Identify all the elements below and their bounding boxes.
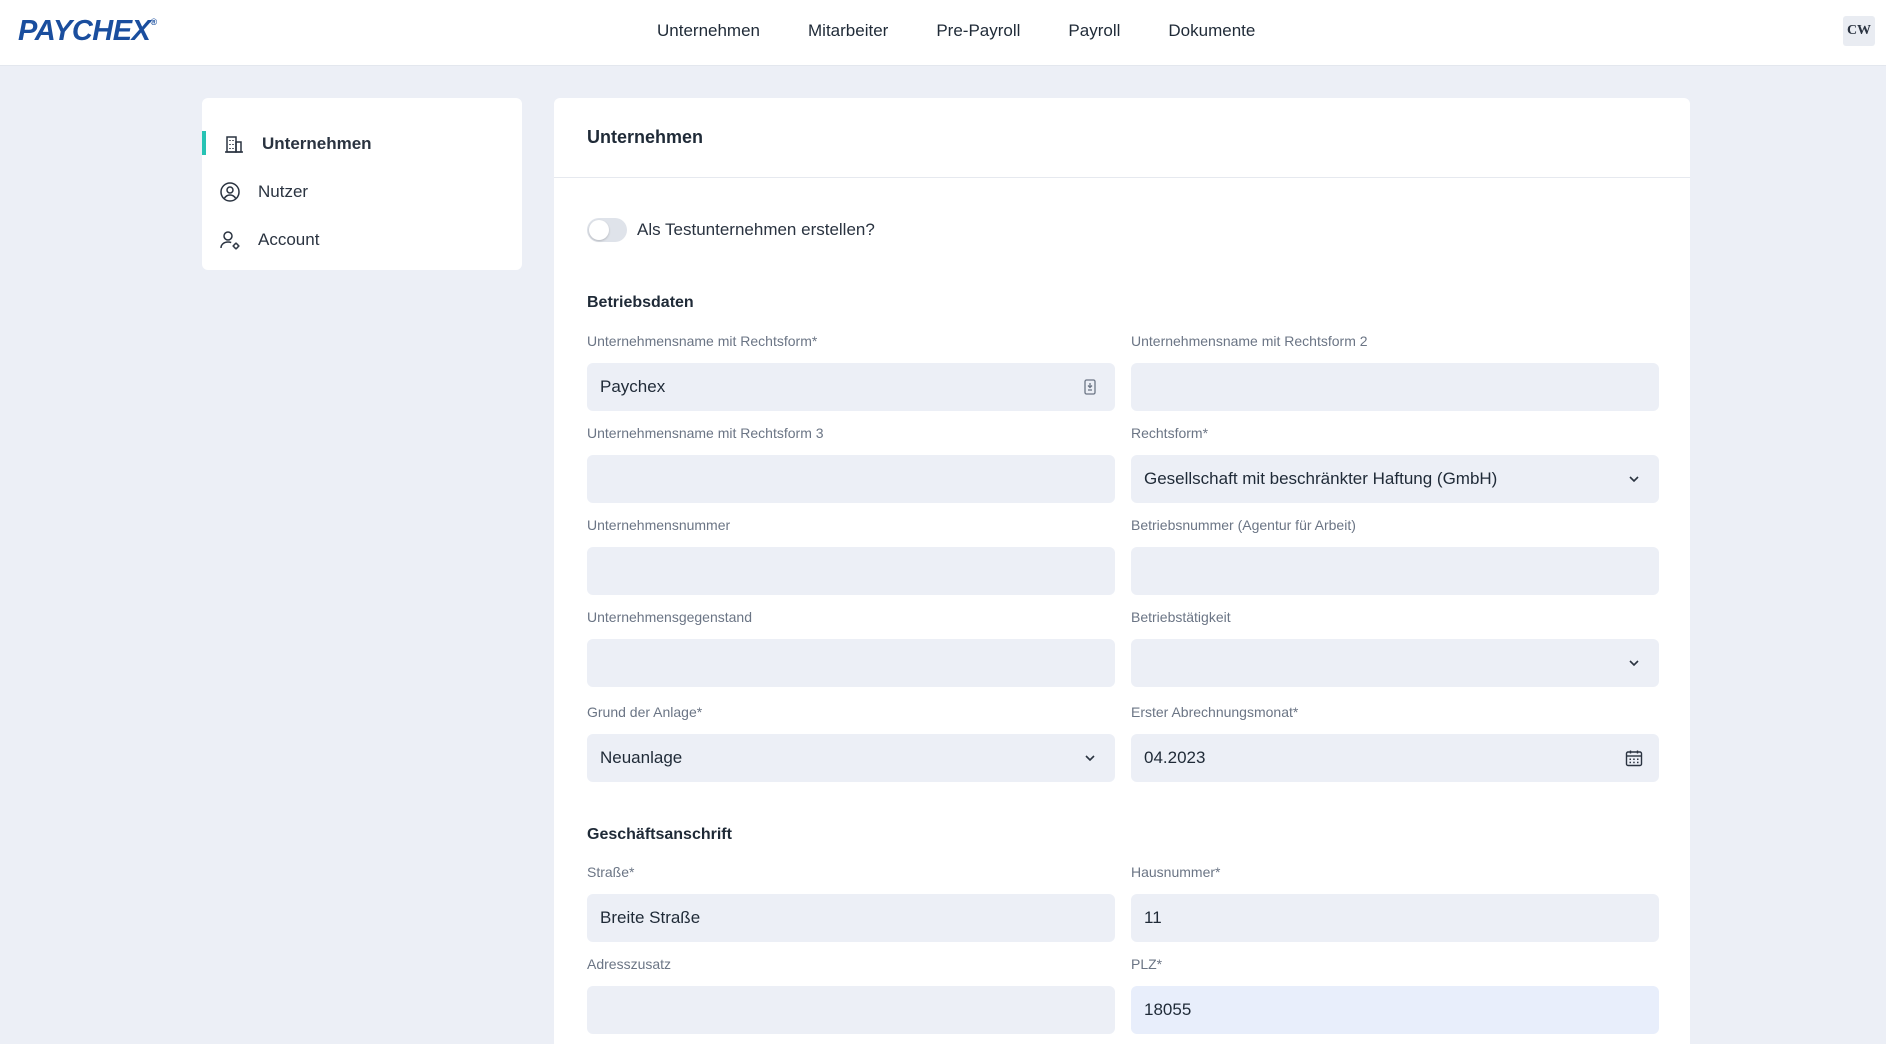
nav-item-pre-payroll[interactable]: Pre-Payroll (936, 21, 1020, 41)
sidebar-item-unternehmen[interactable]: Unternehmen (202, 120, 522, 168)
test-company-toggle[interactable] (587, 218, 627, 242)
nav-item-mitarbeiter[interactable]: Mitarbeiter (808, 21, 888, 41)
user-avatar[interactable]: CW (1843, 16, 1875, 46)
field-label: Unternehmensgegenstand (587, 609, 753, 625)
logo-mark: ® (150, 17, 157, 27)
input-value: 18055 (1144, 1000, 1192, 1019)
sidebar-item-label: Nutzer (258, 182, 309, 201)
postal-code-input[interactable]: 18055 (1131, 986, 1659, 1034)
test-company-toggle-label: Als Testunternehmen erstellen? (637, 220, 875, 239)
select-value: Gesellschaft mit beschränkter Haftung (G… (1144, 469, 1498, 488)
business-purpose-input[interactable] (587, 639, 1115, 687)
field-label: Unternehmensname mit Rechtsform 3 (587, 425, 824, 441)
field-house-number: Hausnummer* 11 (1131, 862, 1659, 942)
input-value: 04.2023 (1144, 748, 1206, 767)
paychex-logo[interactable]: PAYCHEX® (18, 15, 157, 48)
main-nav: Unternehmen Mitarbeiter Pre-Payroll Payr… (657, 0, 1303, 62)
company-name-2-input[interactable] (1131, 363, 1659, 411)
establishment-number-input[interactable] (1131, 547, 1659, 595)
field-label: Erster Abrechnungsmonat* (1131, 704, 1299, 720)
sidebar-item-label: Account (258, 230, 320, 249)
company-name-3-input[interactable] (587, 455, 1115, 503)
company-number-input[interactable] (587, 547, 1115, 595)
input-value: Paychex (600, 377, 666, 396)
field-legal-form: Rechtsform* Gesellschaft mit beschränkte… (1131, 423, 1659, 503)
field-label: Straße* (587, 864, 635, 880)
field-label: Rechtsform* (1131, 425, 1209, 441)
card-title: Unternehmen (554, 98, 1690, 178)
field-business-purpose: Unternehmensgegenstand (587, 607, 1115, 687)
field-creation-reason: Grund der Anlage* Neuanlage (587, 702, 1115, 782)
legal-form-select[interactable]: Gesellschaft mit beschränkter Haftung (G… (1131, 455, 1659, 503)
first-billing-month-input[interactable]: 04.2023 (1131, 734, 1659, 782)
field-label: PLZ* (1131, 956, 1163, 972)
top-bar: PAYCHEX® Unternehmen Mitarbeiter Pre-Pay… (0, 0, 1886, 66)
field-label: Unternehmensname mit Rechtsform 2 (1131, 333, 1368, 349)
input-value: Breite Straße (600, 908, 701, 927)
business-activity-select[interactable] (1131, 639, 1659, 687)
sidebar-item-nutzer[interactable]: Nutzer (202, 168, 522, 216)
field-first-billing-month: Erster Abrechnungsmonat* 04.2023 (1131, 702, 1659, 782)
nav-item-payroll[interactable]: Payroll (1068, 21, 1120, 41)
field-postal-code: PLZ* 18055 (1131, 954, 1659, 1034)
test-company-toggle-row: Als Testunternehmen erstellen? (587, 218, 875, 242)
company-name-1-input[interactable]: Paychex (587, 363, 1115, 411)
sidebar-item-account[interactable]: Account (202, 216, 522, 264)
chevron-down-icon (1079, 747, 1101, 769)
section-title-betriebsdaten: Betriebsdaten (587, 294, 694, 311)
autofill-icon[interactable] (1079, 376, 1101, 398)
field-label: Betriebsnummer (Agentur für Arbeit) (1131, 517, 1356, 533)
company-form-card: Unternehmen Als Testunternehmen erstelle… (554, 98, 1690, 1044)
field-company-name-1: Unternehmensname mit Rechtsform* Paychex (587, 331, 1115, 411)
field-street: Straße* Breite Straße (587, 862, 1115, 942)
house-number-input[interactable]: 11 (1131, 894, 1659, 942)
logo-text: PAYCHEX (18, 15, 151, 47)
user-gear-icon (218, 228, 242, 252)
field-address-addition: Adresszusatz (587, 954, 1115, 1034)
field-company-name-2: Unternehmensname mit Rechtsform 2 (1131, 331, 1659, 411)
calendar-icon[interactable] (1623, 747, 1645, 769)
field-label: Grund der Anlage* (587, 704, 703, 720)
section-title-geschaeftsanschrift: Geschäftsanschrift (587, 826, 732, 843)
sidebar: Unternehmen Nutzer Account (202, 98, 522, 270)
field-business-activity: Betriebstätigkeit (1131, 607, 1659, 687)
creation-reason-select[interactable]: Neuanlage (587, 734, 1115, 782)
field-label: Unternehmensnummer (587, 517, 731, 533)
sidebar-item-label: Unternehmen (262, 134, 372, 153)
select-value: Neuanlage (600, 748, 683, 767)
field-label: Betriebstätigkeit (1131, 609, 1231, 625)
field-company-number: Unternehmensnummer (587, 515, 1115, 595)
street-input[interactable]: Breite Straße (587, 894, 1115, 942)
chevron-down-icon (1623, 652, 1645, 674)
nav-item-unternehmen[interactable]: Unternehmen (657, 21, 760, 41)
field-label: Hausnummer* (1131, 864, 1221, 880)
field-label: Unternehmensname mit Rechtsform* (587, 333, 818, 349)
user-circle-icon (218, 180, 242, 204)
input-value: 11 (1144, 908, 1162, 927)
field-establishment-number: Betriebsnummer (Agentur für Arbeit) (1131, 515, 1659, 595)
field-company-name-3: Unternehmensname mit Rechtsform 3 (587, 423, 1115, 503)
chevron-down-icon (1623, 468, 1645, 490)
address-addition-input[interactable] (587, 986, 1115, 1034)
building-icon (222, 132, 246, 156)
field-label: Adresszusatz (587, 956, 672, 972)
nav-item-dokumente[interactable]: Dokumente (1168, 21, 1255, 41)
